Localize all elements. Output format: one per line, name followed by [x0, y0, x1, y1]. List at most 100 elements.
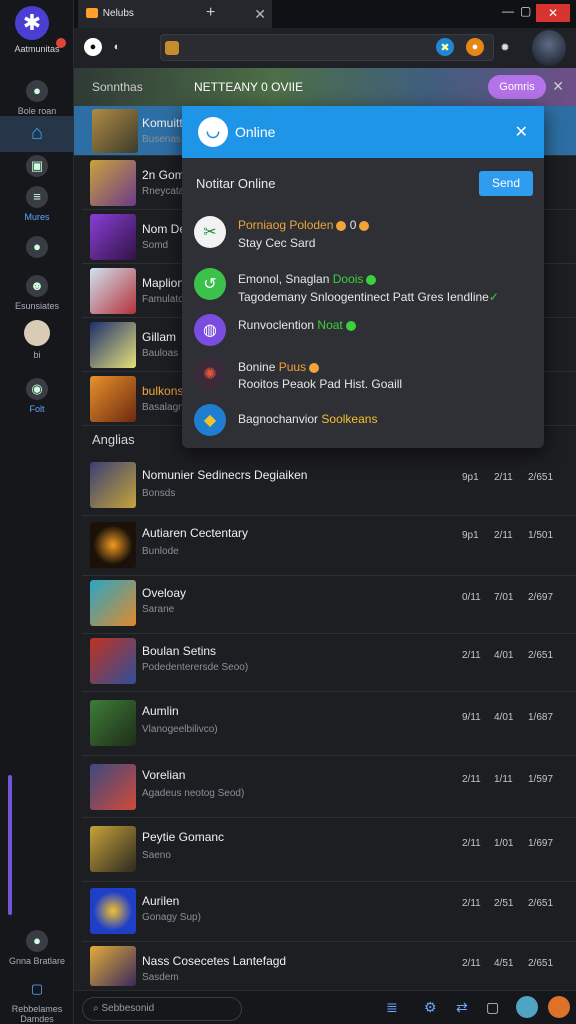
search-placeholder: Sebbesonid	[101, 1003, 155, 1014]
item-col-3: 1/597	[528, 774, 554, 785]
item-sub: Bauloas	[142, 348, 179, 359]
menu-icon: ≡	[26, 186, 48, 208]
section-heading: Anglias	[92, 432, 135, 447]
table-row[interactable]: Nass Cosecetes Lantefagd Sasdem 2/11 4/5…	[82, 942, 576, 990]
sidebar-item-discord[interactable]: ☻ Esunsiates	[0, 275, 74, 311]
sidebar-item-bottom-1[interactable]: ● Gnna Bratlare	[0, 930, 74, 966]
notification-item[interactable]: ◍ Runvoclention Noat	[194, 314, 539, 350]
notification-tag: Noat	[317, 318, 343, 332]
close-banner-icon[interactable]: ✕	[552, 78, 564, 95]
app-logo-icon[interactable]: ✱	[15, 6, 49, 40]
user-avatar[interactable]	[532, 30, 566, 66]
panel-title: Online	[235, 124, 276, 140]
table-row[interactable]: Aumlin Vlanogeelbilivco) 9/11 4/01 1/687	[82, 692, 576, 756]
item-name: bulkons	[142, 384, 184, 398]
promo-banner: Sonnthas NETTEANY 0 OVIIE Gomris ✕	[74, 68, 576, 106]
banner-button[interactable]: Gomris	[488, 75, 546, 99]
sidebar-item-chat[interactable]: ●	[0, 236, 74, 262]
close-window-icon[interactable]: ✕	[536, 4, 570, 22]
table-row[interactable]: Vorelian Agadeus neotog Seod) 2/11 1/11 …	[82, 756, 576, 818]
settings-icon[interactable]: ⚙	[424, 999, 437, 1016]
item-col-2: 4/01	[494, 650, 514, 661]
notification-icon: ✺	[194, 358, 226, 390]
extension-icon[interactable]: ✖	[436, 38, 454, 56]
window-icon[interactable]: ▢	[486, 999, 499, 1016]
notification-tag: Doois	[332, 272, 364, 286]
item-sub: Podedenterersde Seoo)	[142, 662, 249, 673]
gear-icon[interactable]: ✹	[496, 38, 514, 56]
table-row[interactable]: Aurilen Gonagy Sup) 2/11 2/51 2/651	[82, 882, 576, 942]
online-notification-panel: ◡ Online ✕ Notitar Online Send ✂ Porniao…	[182, 106, 544, 448]
orange-extension-icon[interactable]: ●	[466, 38, 484, 56]
address-toolbar: ● ◐ ✖ ● ✹	[74, 28, 576, 68]
item-col-3: 2/651	[528, 472, 554, 483]
table-row[interactable]: Oveloay Sarane 0/11 7/01 2/697	[82, 576, 576, 634]
item-sub: Saeno	[142, 850, 171, 861]
item-name: Gillam	[142, 330, 177, 344]
status-dot	[359, 220, 370, 231]
game-thumbnail	[90, 322, 136, 368]
notification-icon: ✂	[194, 216, 226, 248]
item-col-3: 2/651	[528, 958, 554, 969]
tab-title: Nelubs	[102, 8, 134, 19]
item-col-1: 2/11	[462, 958, 481, 969]
chat-bubble-icon[interactable]: ◐	[108, 38, 126, 56]
new-tab-icon[interactable]: +	[206, 4, 215, 22]
game-thumbnail	[92, 109, 138, 153]
sidebar-item-label: Mures	[24, 212, 50, 222]
home-icon: ⌂	[30, 122, 44, 144]
minimize-icon[interactable]: —	[502, 4, 514, 18]
item-name: Oveloay	[142, 586, 187, 600]
item-col-2: 4/51	[494, 958, 514, 969]
game-thumbnail	[90, 638, 136, 684]
notification-item[interactable]: ✺ Bonine Puus Rooitos Peaok Pad Hist. Go…	[194, 358, 539, 398]
table-row[interactable]: Nomunier Sedinecrs Degiaiken Bonsds 9p1 …	[82, 456, 576, 516]
scroll-indicator[interactable]	[8, 775, 12, 915]
sidebar-item-menus[interactable]: ≡ Mures	[0, 186, 74, 222]
item-sub: Busenas	[142, 134, 181, 145]
user-avatar-icon[interactable]	[548, 996, 570, 1018]
tab-bar: Nelubs ✕ + — ▢ ✕	[74, 0, 576, 28]
bottom-toolbar: ⌕ Sebbesonid ≣ ⚙ ⇄ ▢	[74, 990, 576, 1024]
item-name: Aumlin	[142, 704, 179, 718]
list-icon[interactable]: ≣	[386, 999, 398, 1016]
chat-icon: ●	[26, 236, 48, 258]
search-input[interactable]: ⌕ Sebbesonid	[82, 997, 242, 1021]
send-button[interactable]: Send	[479, 171, 533, 196]
table-row[interactable]: Peytie Gomanc Saeno 2/11 1/01 1/697	[82, 818, 576, 882]
game-thumbnail	[90, 160, 136, 206]
notification-text: Stay Cec Sard	[238, 236, 316, 250]
game-thumbnail	[90, 888, 136, 934]
back-icon[interactable]: ●	[84, 38, 102, 56]
game-thumbnail	[90, 522, 136, 568]
item-name: Boulan Setins	[142, 644, 217, 658]
game-thumbnail	[90, 826, 136, 872]
share-icon[interactable]: ⇄	[456, 999, 468, 1016]
sidebar-item-profile[interactable]: ● Bole roan	[0, 80, 74, 116]
status-dot	[366, 274, 377, 285]
close-icon[interactable]: ✕	[515, 122, 528, 142]
box-icon: ▣	[26, 155, 48, 177]
table-row[interactable]: Autiaren Cectentary Bunlode 9p1 2/11 1/5…	[82, 516, 576, 576]
close-tab-icon[interactable]: ✕	[254, 0, 266, 28]
sidebar-item-home[interactable]: ⌂	[0, 116, 74, 152]
notification-item[interactable]: ✂ Porniaog Poloden 0 Stay Cec Sard	[194, 216, 539, 256]
game-thumbnail	[90, 462, 136, 508]
table-row[interactable]: Boulan Setins Podedenterersde Seoo) 2/11…	[82, 634, 576, 692]
item-name: Peytie Gomanc	[142, 830, 225, 844]
game-thumbnail	[90, 214, 136, 260]
notification-item[interactable]: ◆ Bagnochanvior Soolkeans	[194, 404, 539, 438]
sidebar-item-box[interactable]: ▣	[0, 155, 74, 181]
item-sub: Sarane	[142, 604, 175, 615]
avatar-icon[interactable]	[516, 996, 538, 1018]
item-sub: Bonsds	[142, 488, 176, 499]
maximize-icon[interactable]: ▢	[520, 4, 531, 18]
sidebar-item-avatar[interactable]: bi	[0, 320, 74, 360]
sidebar-item-controller[interactable]: ◉ Folt	[0, 378, 74, 414]
item-col-3: 2/651	[528, 898, 554, 909]
sidebar-item-label: Esunsiates	[14, 301, 60, 311]
item-col-3: 1/687	[528, 712, 554, 723]
sidebar-item-bottom-2[interactable]: ▢ Rebbelames Damdes	[0, 978, 74, 1024]
notification-item[interactable]: ↺ Emonol, Snaglan Doois Tagodemany Snloo…	[194, 268, 539, 308]
browser-tab[interactable]: Nelubs ✕	[78, 0, 272, 28]
